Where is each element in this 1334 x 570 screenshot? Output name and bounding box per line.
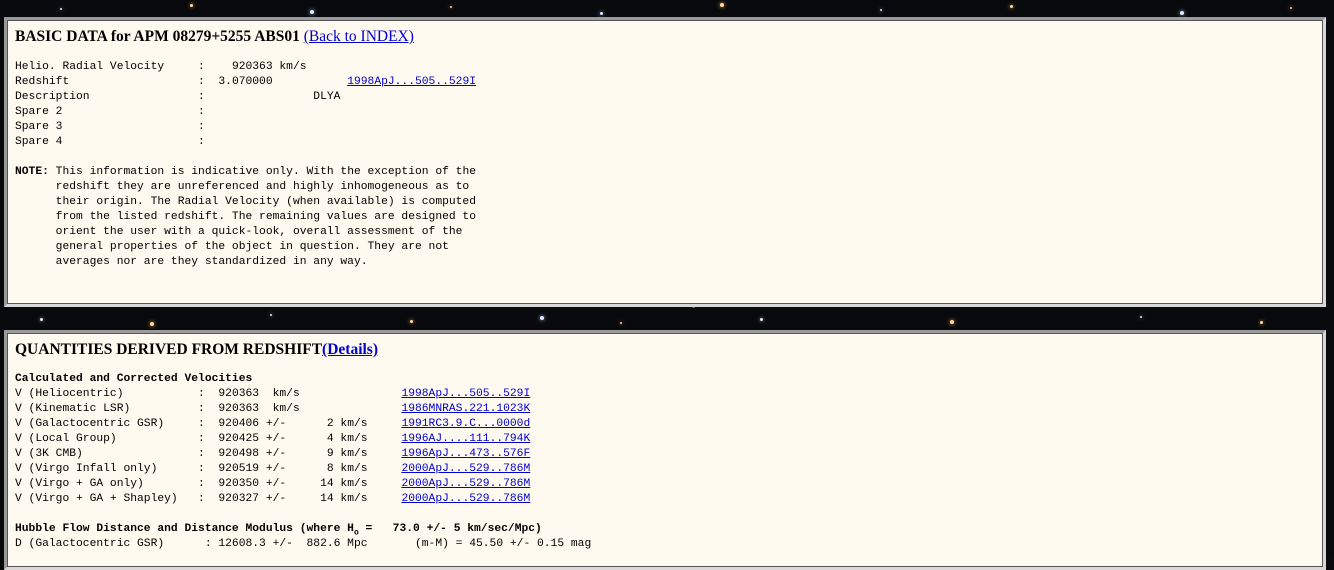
velocity-ref-link[interactable]: 1986MNRAS.221.1023K <box>401 403 530 415</box>
star-decoration <box>540 316 544 320</box>
star-decoration <box>600 12 603 15</box>
velocity-value: 920363 km/s <box>204 403 402 415</box>
basic-label: Helio. Radial Velocity : <box>15 61 205 73</box>
basic-label: Redshift : <box>15 76 205 88</box>
basic-value: 920363 km/s <box>204 61 307 73</box>
velocity-row: V (Virgo + GA only) : 920350 +/- 14 km/s… <box>15 477 591 492</box>
velocity-ref-link[interactable]: 1996ApJ...473..576F <box>401 448 530 460</box>
velocity-label: V (Virgo + GA + Shapley) : <box>15 493 205 505</box>
basic-row: Spare 4 : <box>15 135 476 150</box>
velocity-row: V (Kinematic LSR) : 920363 km/s 1986MNRA… <box>15 402 591 417</box>
velocity-row: V (Local Group) : 920425 +/- 4 km/s 1996… <box>15 432 591 447</box>
velocity-label: V (Virgo + GA only) : <box>15 478 205 490</box>
note-text: This information is indicative only. Wit… <box>55 166 476 268</box>
velocity-value: 920425 +/- 4 km/s <box>204 433 402 445</box>
star-decoration <box>1180 11 1184 15</box>
derived-heading: QUANTITIES DERIVED FROM REDSHIFT(Details… <box>15 341 591 359</box>
basic-value: DLYA <box>204 91 341 103</box>
basic-row: Description : DLYA <box>15 90 476 105</box>
velocity-label: V (Galactocentric GSR) : <box>15 418 205 430</box>
velocity-ref-link[interactable]: 1991RC3.9.C...0000d <box>401 418 530 430</box>
details-link[interactable]: (Details) <box>322 341 378 358</box>
basic-data-table: Helio. Radial Velocity : 920363 km/s Reds… <box>15 60 476 150</box>
basic-data-panel: BASIC DATA for APM 08279+5255 ABS01 (Bac… <box>4 17 1326 307</box>
velocity-value: 920327 +/- 14 km/s <box>204 493 402 505</box>
hubble-heading: Hubble Flow Distance and Distance Modulu… <box>15 522 591 537</box>
hubble-heading-rest: = 73.0 +/- 5 km/sec/Mpc) <box>358 523 542 535</box>
velocity-row: V (Galactocentric GSR) : 920406 +/- 2 km… <box>15 417 591 432</box>
note-label: NOTE: <box>15 166 49 178</box>
basic-label: Spare 2 : <box>15 106 205 118</box>
velocity-ref-link[interactable]: 2000ApJ...529..786M <box>401 463 530 475</box>
basic-label: Spare 4 : <box>15 136 205 148</box>
velocity-label: V (Virgo Infall only) : <box>15 463 205 475</box>
note-block: NOTE: This information is indicative onl… <box>15 165 476 270</box>
star-decoration <box>450 6 452 8</box>
star-decoration <box>950 320 954 324</box>
basic-row: Helio. Radial Velocity : 920363 km/s <box>15 60 476 75</box>
velocity-ref-link[interactable]: 1998ApJ...505..529I <box>401 388 530 400</box>
back-to-index-link[interactable]: (Back to INDEX) <box>304 28 414 45</box>
velocity-label: V (3K CMB) : <box>15 448 205 460</box>
velocity-value: 920363 km/s <box>204 388 402 400</box>
star-decoration <box>190 4 193 7</box>
velocity-label: V (Kinematic LSR) : <box>15 403 205 415</box>
star-decoration <box>40 318 43 321</box>
basic-label: Description : <box>15 91 205 103</box>
star-decoration <box>760 318 763 321</box>
basic-label: Spare 3 : <box>15 121 205 133</box>
basic-value: 3.070000 <box>204 76 348 88</box>
distance-row: D (Galactocentric GSR) : 12608.3 +/- 882… <box>15 538 592 550</box>
star-decoration <box>60 8 62 10</box>
velocity-row: V (Virgo + GA + Shapley) : 920327 +/- 14… <box>15 492 591 507</box>
derived-title: QUANTITIES DERIVED FROM REDSHIFT <box>15 341 323 358</box>
star-decoration <box>1010 5 1013 8</box>
star-decoration <box>270 314 272 316</box>
velocities-heading: Calculated and Corrected Velocities <box>15 373 253 385</box>
velocity-value: 920519 +/- 8 km/s <box>204 463 402 475</box>
star-decoration <box>1260 321 1263 324</box>
star-decoration <box>720 3 724 7</box>
basic-row: Spare 2 : <box>15 105 476 120</box>
velocity-label: V (Local Group) : <box>15 433 205 445</box>
velocity-label: V (Heliocentric) : <box>15 388 205 400</box>
star-decoration <box>880 9 882 11</box>
derived-quantities-panel: QUANTITIES DERIVED FROM REDSHIFT(Details… <box>4 330 1326 570</box>
star-decoration <box>410 320 413 323</box>
velocity-ref-link[interactable]: 1996AJ....111..794K <box>401 433 530 445</box>
velocity-value: 920350 +/- 14 km/s <box>204 478 402 490</box>
velocity-row: V (Virgo Infall only) : 920519 +/- 8 km/… <box>15 462 591 477</box>
star-decoration <box>310 10 314 14</box>
basic-data-heading: BASIC DATA for APM 08279+5255 ABS01 (Bac… <box>15 28 476 46</box>
basic-row: Spare 3 : <box>15 120 476 135</box>
velocity-value: 920406 +/- 2 km/s <box>204 418 402 430</box>
hubble-heading-text: Hubble Flow Distance and Distance Modulu… <box>15 523 354 535</box>
star-decoration <box>1290 7 1292 9</box>
velocity-row: V (3K CMB) : 920498 +/- 9 km/s 1996ApJ..… <box>15 447 591 462</box>
velocity-ref-link[interactable]: 2000ApJ...529..786M <box>401 493 530 505</box>
velocity-ref-link[interactable]: 2000ApJ...529..786M <box>401 478 530 490</box>
basic-row: Redshift : 3.070000 1998ApJ...505..529I <box>15 75 476 90</box>
velocity-value: 920498 +/- 9 km/s <box>204 448 402 460</box>
basic-data-title: BASIC DATA for APM 08279+5255 ABS01 <box>15 28 304 45</box>
star-decoration <box>1140 316 1142 318</box>
velocities-table: V (Heliocentric) : 920363 km/s 1998ApJ..… <box>15 387 591 507</box>
star-decoration <box>150 322 154 326</box>
velocity-row: V (Heliocentric) : 920363 km/s 1998ApJ..… <box>15 387 591 402</box>
basic-ref-link[interactable]: 1998ApJ...505..529I <box>347 76 476 88</box>
star-decoration <box>620 322 622 324</box>
